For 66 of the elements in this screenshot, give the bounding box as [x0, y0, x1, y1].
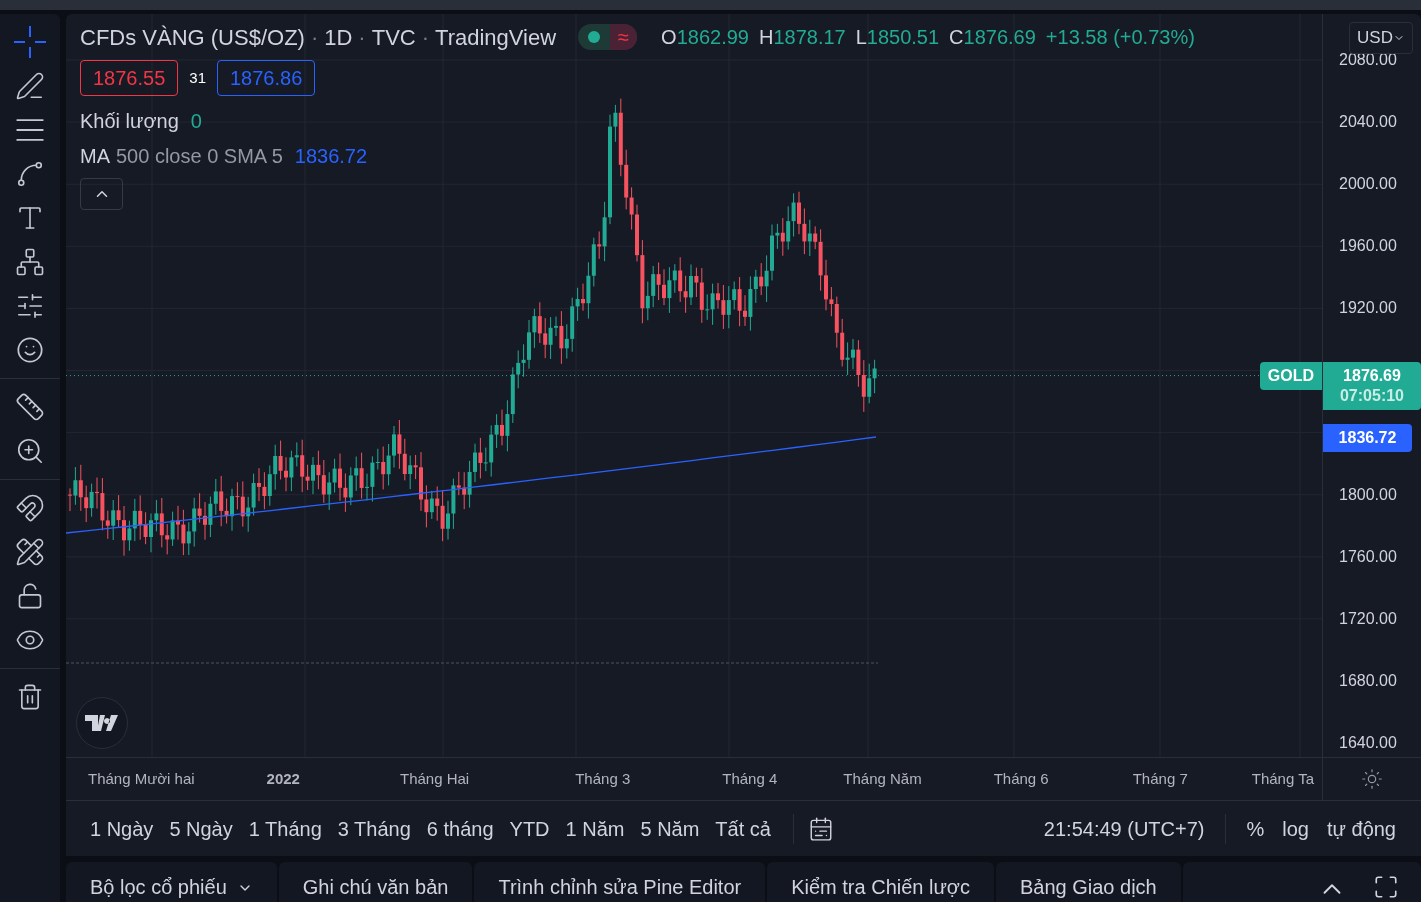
range-button[interactable]: 3 Tháng — [329, 813, 419, 844]
exchange-label: TVC — [371, 23, 416, 52]
ma-price-tag: 1836.72 — [1323, 424, 1412, 452]
ohlc-value: C1876.69 — [949, 25, 1036, 50]
volume-value: 0 — [190, 109, 202, 134]
panel-tab[interactable]: Bộ lọc cổ phiếu — [66, 862, 277, 902]
panel-tab[interactable]: Bảng Giao dịch — [995, 862, 1181, 902]
indicator-value: 1836.72 — [294, 144, 368, 169]
time-tick: Tháng Năm — [843, 768, 922, 789]
range-button[interactable]: 5 Ngày — [161, 813, 241, 844]
last-price: 1876.69 — [1343, 366, 1401, 386]
settings-icon[interactable] — [1361, 768, 1383, 790]
range-button[interactable]: 6 tháng — [418, 813, 502, 844]
logo-icon — [85, 713, 119, 733]
price-tick: 2040.00 — [1339, 112, 1397, 133]
logo-button[interactable] — [76, 697, 128, 749]
indicator-params: 500 close 0 SMA 5 — [116, 144, 283, 169]
ohlc-value: O1862.99 — [661, 25, 749, 50]
volume-label: Khối lượng — [80, 109, 179, 134]
time-tick: Tháng Ta — [1251, 768, 1315, 789]
time-tick: Tháng Mười hai — [88, 768, 195, 789]
panel-tab[interactable]: Kiểm tra Chiến lược — [767, 862, 994, 902]
separator-dot: · — [310, 23, 319, 52]
scale-option[interactable]: % — [1237, 813, 1274, 844]
ohlc-value: L1850.51 — [855, 25, 940, 50]
price-tick: 2000.00 — [1339, 174, 1397, 195]
bar-countdown: 07:05:10 — [1339, 386, 1404, 406]
buy-price-button[interactable]: 1876.86 — [217, 60, 316, 96]
scale-option[interactable]: log — [1273, 813, 1318, 844]
status-symbol: ≈ — [610, 24, 638, 50]
price-tick: 1760.00 — [1339, 546, 1397, 567]
price-tick: 1680.00 — [1339, 671, 1397, 691]
separator-dot: · — [421, 23, 429, 52]
sell-price-button[interactable]: 1876.55 — [80, 60, 179, 96]
ohlc-value: H1878.17 — [758, 25, 846, 50]
price-tick: 1720.00 — [1339, 608, 1397, 629]
range-button[interactable]: 5 Năm — [632, 813, 708, 844]
range-button[interactable]: 1 Năm — [557, 813, 633, 844]
maximize-icon[interactable] — [1373, 874, 1399, 900]
time-tick: Tháng 7 — [1132, 768, 1188, 789]
clock-time[interactable]: 21:54:49 (UTC+7) — [1043, 813, 1205, 844]
currency-dropdown[interactable]: USD — [1349, 22, 1413, 54]
panel-tab[interactable]: Trình chỉnh sửa Pine Editor — [474, 862, 766, 902]
source-label: TradingView — [435, 23, 557, 52]
range-button[interactable]: YTD — [501, 813, 558, 844]
price-tick: 1800.00 — [1339, 484, 1397, 505]
time-tick: 2022 — [266, 768, 300, 789]
range-button[interactable]: Tất cả — [707, 813, 779, 844]
separator-dot: · — [358, 23, 366, 52]
spread-value: 31 — [189, 67, 206, 88]
indicator-name: MA — [80, 144, 110, 169]
price-tick: 1960.00 — [1339, 236, 1397, 257]
time-tick: Tháng 4 — [722, 768, 778, 789]
scale-option[interactable]: tự động — [1318, 813, 1405, 844]
symbol-title[interactable]: CFDs VÀNG (US$/OZ) — [80, 20, 305, 54]
range-button[interactable]: 1 Ngày — [82, 813, 162, 844]
time-tick: Tháng 3 — [575, 768, 631, 789]
price-tick: 1640.00 — [1339, 733, 1397, 754]
time-tick: Tháng 6 — [993, 768, 1049, 789]
price-change: +13.58 (+0.73%) — [1045, 25, 1195, 50]
panel-tab[interactable]: Ghi chú văn bản — [278, 862, 473, 902]
time-tick: Tháng Hai — [399, 768, 470, 789]
price-tick: 1920.00 — [1339, 298, 1397, 319]
range-button[interactable]: 1 Tháng — [240, 813, 330, 844]
interval-label[interactable]: 1D — [324, 20, 353, 54]
symbol-tag: GOLD — [1259, 362, 1322, 390]
